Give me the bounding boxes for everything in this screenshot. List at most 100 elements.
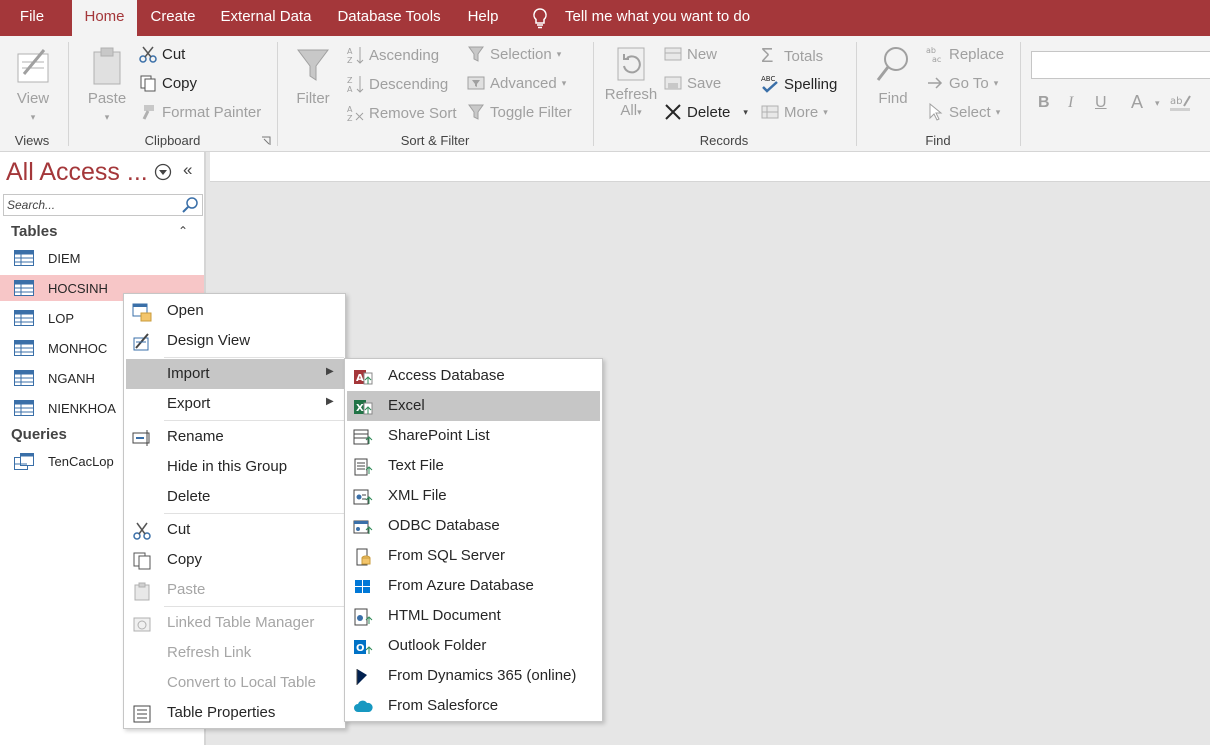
- menu-item-linked-table-manager[interactable]: Linked Table Manager: [126, 608, 343, 638]
- underline-button[interactable]: U: [1095, 94, 1107, 112]
- menu-item-hide-in-group[interactable]: Hide in this Group: [126, 452, 343, 482]
- search-icon[interactable]: [181, 196, 201, 214]
- text-file-icon: [354, 458, 373, 476]
- filter-button[interactable]: Filter: [290, 44, 336, 107]
- copy-label: Copy: [162, 74, 198, 92]
- chevron-down-icon[interactable]: ▾: [743, 107, 748, 118]
- table-name: NGANH: [48, 371, 95, 386]
- dropdown-circle-icon[interactable]: [154, 163, 172, 181]
- nav-search-input[interactable]: Search...: [3, 194, 203, 216]
- open-table-icon: [132, 303, 152, 322]
- import-text-file[interactable]: Text File: [347, 451, 600, 481]
- menu-item-cut[interactable]: Cut: [126, 515, 343, 545]
- new-record-button[interactable]: New: [664, 45, 717, 63]
- font-color-button[interactable]: A: [1131, 92, 1143, 113]
- menu-label: Excel: [388, 397, 425, 414]
- view-button[interactable]: View ▾: [10, 44, 56, 124]
- import-outlook-folder[interactable]: O Outlook Folder: [347, 631, 600, 661]
- bold-button[interactable]: B: [1038, 94, 1050, 112]
- format-painter-button[interactable]: Format Painter: [139, 103, 261, 121]
- import-from-sql-server[interactable]: From SQL Server: [347, 541, 600, 571]
- descending-button[interactable]: ZA Descending: [346, 74, 448, 95]
- view-icon: [17, 49, 49, 83]
- ascending-button[interactable]: AZ Ascending: [346, 45, 439, 66]
- tell-me-box[interactable]: Tell me what you want to do: [565, 0, 750, 36]
- import-xml-file[interactable]: XML File: [347, 481, 600, 511]
- delete-record-button[interactable]: Delete ▾: [664, 103, 748, 121]
- italic-button[interactable]: I: [1068, 94, 1073, 112]
- save-icon: [664, 76, 682, 90]
- tab-help[interactable]: Help: [458, 0, 508, 36]
- highlight-icon[interactable]: ab: [1170, 92, 1194, 112]
- outlook-app-icon: O: [354, 640, 373, 654]
- go-to-button[interactable]: Go To ▾: [926, 74, 998, 92]
- tables-header[interactable]: Tables: [11, 223, 57, 240]
- new-label: New: [687, 45, 718, 63]
- chevron-down-icon: ▾: [556, 48, 562, 59]
- menu-item-design-view[interactable]: Design View: [126, 326, 343, 356]
- font-name-box[interactable]: [1031, 51, 1210, 79]
- totals-label: Totals: [784, 48, 824, 65]
- sql-server-icon: [356, 548, 371, 566]
- select-button[interactable]: Select ▾: [926, 103, 1000, 121]
- collapse-pane-icon[interactable]: «: [183, 160, 192, 180]
- scissors-icon: [133, 522, 151, 540]
- divider: [277, 42, 278, 146]
- remove-sort-button[interactable]: AZ Remove Sort: [346, 103, 457, 124]
- menu-item-paste[interactable]: Paste: [126, 575, 343, 605]
- toggle-filter-button[interactable]: Toggle Filter: [467, 103, 572, 121]
- menu-item-import[interactable]: Import ▶: [126, 359, 345, 389]
- cut-button[interactable]: Cut: [139, 45, 185, 63]
- menu-item-delete[interactable]: Delete: [126, 482, 343, 512]
- collapse-group-icon[interactable]: ⌃: [178, 224, 188, 238]
- menu-item-rename[interactable]: Rename: [126, 422, 343, 452]
- table-icon: [14, 250, 34, 266]
- divider: [1020, 42, 1021, 146]
- queries-header[interactable]: Queries: [11, 426, 67, 443]
- import-odbc-database[interactable]: ODBC Database: [347, 511, 600, 541]
- table-item[interactable]: DIEM: [0, 245, 204, 271]
- tab-file[interactable]: File: [0, 0, 64, 36]
- menu-item-table-properties[interactable]: Table Properties: [126, 698, 343, 728]
- menu-item-copy[interactable]: Copy: [126, 545, 343, 575]
- menu-item-convert-to-local[interactable]: Convert to Local Table: [126, 668, 343, 698]
- copy-button[interactable]: Copy: [139, 74, 197, 92]
- more-label: More: [784, 103, 819, 121]
- nav-pane-title[interactable]: All Access ...: [6, 158, 148, 187]
- import-from-salesforce[interactable]: From Salesforce: [347, 691, 600, 721]
- selection-button[interactable]: Selection ▾: [467, 45, 561, 63]
- save-record-button[interactable]: Save: [664, 74, 721, 92]
- divider: [593, 42, 594, 146]
- table-icon: [14, 280, 34, 296]
- import-from-azure-database[interactable]: From Azure Database: [347, 571, 600, 601]
- spelling-button[interactable]: ABC Spelling: [761, 74, 837, 94]
- tab-create[interactable]: Create: [141, 0, 205, 36]
- menu-label: Rename: [167, 428, 224, 445]
- import-from-dynamics-365[interactable]: From Dynamics 365 (online): [347, 661, 600, 691]
- more-button[interactable]: More ▾: [761, 103, 828, 121]
- tab-database-tools[interactable]: Database Tools: [330, 0, 448, 36]
- menu-item-refresh-link[interactable]: Refresh Link: [126, 638, 343, 668]
- menu-label: From Azure Database: [388, 577, 534, 594]
- advanced-button[interactable]: Advanced ▾: [467, 74, 566, 92]
- tab-home[interactable]: Home: [72, 0, 137, 36]
- import-html-document[interactable]: HTML Document: [347, 601, 600, 631]
- find-button[interactable]: Find: [870, 44, 916, 107]
- import-excel[interactable]: X Excel: [347, 391, 600, 421]
- dialog-launcher-icon[interactable]: [261, 136, 271, 146]
- chevron-down-icon: ▾: [637, 107, 642, 117]
- paste-button[interactable]: Paste ▾: [84, 44, 130, 124]
- linked-table-icon: [133, 617, 151, 632]
- import-access-database[interactable]: A Access Database: [347, 361, 600, 391]
- tab-external-data[interactable]: External Data: [212, 0, 320, 36]
- import-sharepoint-list[interactable]: SharePoint List: [347, 421, 600, 451]
- menu-item-open[interactable]: Open: [126, 296, 343, 326]
- chevron-down-icon[interactable]: ▾: [1155, 98, 1160, 109]
- totals-button[interactable]: Σ Totals: [761, 45, 823, 68]
- refresh-all-button[interactable]: Refresh All▾: [604, 44, 658, 119]
- svg-text:ac: ac: [932, 55, 941, 63]
- replace-button[interactable]: ab ac Replace: [926, 45, 1004, 64]
- svg-text:ABC: ABC: [761, 75, 775, 83]
- menu-item-export[interactable]: Export ▶: [126, 389, 343, 419]
- menu-label: From Dynamics 365 (online): [388, 667, 577, 684]
